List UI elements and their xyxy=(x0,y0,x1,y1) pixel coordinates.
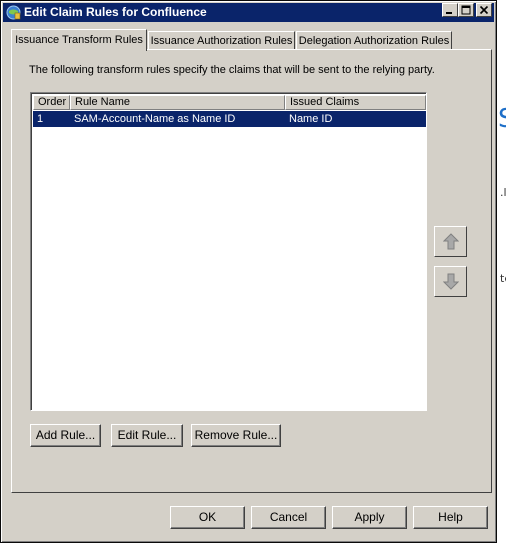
maximize-button[interactable] xyxy=(458,3,474,17)
title-bar[interactable]: Edit Claim Rules for Confluence xyxy=(3,3,494,22)
cell-issued-claims: Name ID xyxy=(289,113,333,125)
ok-button[interactable]: OK xyxy=(170,506,245,529)
move-down-button[interactable] xyxy=(434,266,467,297)
remove-rule-button[interactable]: Remove Rule... xyxy=(191,424,281,447)
rules-list[interactable]: Order Rule Name Issued Claims 1 SAM-Acco… xyxy=(30,92,427,411)
tab-delegation-authorization-rules[interactable]: Delegation Authorization Rules xyxy=(296,31,452,51)
list-header: Order Rule Name Issued Claims xyxy=(33,95,426,110)
column-header-order[interactable]: Order xyxy=(33,95,70,110)
adfs-app-icon xyxy=(6,5,21,20)
edit-claim-rules-dialog: Edit Claim Rules for Confluence Issuance… xyxy=(0,0,497,543)
tab-issuance-authorization-rules[interactable]: Issuance Authorization Rules xyxy=(148,31,295,51)
tab-issuance-transform-rules[interactable]: Issuance Transform Rules xyxy=(11,29,147,51)
background-window-text: .l xyxy=(500,186,506,199)
add-rule-button[interactable]: Add Rule... xyxy=(30,424,101,447)
close-button[interactable] xyxy=(476,3,492,17)
edit-rule-button[interactable]: Edit Rule... xyxy=(111,424,183,447)
window-title: Edit Claim Rules for Confluence xyxy=(24,5,207,19)
close-icon xyxy=(479,5,489,15)
cell-order: 1 xyxy=(37,113,44,125)
panel-description: The following transform rules specify th… xyxy=(29,64,435,76)
screen: S .l te Edit Claim Rules for Confluence xyxy=(0,0,506,547)
apply-button[interactable]: Apply xyxy=(332,506,407,529)
arrow-up-icon xyxy=(443,233,459,250)
cancel-button[interactable]: Cancel xyxy=(251,506,326,529)
help-button[interactable]: Help xyxy=(413,506,488,529)
table-row[interactable]: 1 SAM-Account-Name as Name ID Name ID xyxy=(33,111,426,127)
cell-rule-name: SAM-Account-Name as Name ID xyxy=(74,113,236,125)
arrow-down-icon xyxy=(443,273,459,290)
move-up-button[interactable] xyxy=(434,226,467,257)
maximize-icon xyxy=(461,5,471,15)
minimize-icon xyxy=(446,12,452,14)
background-window-text: te xyxy=(500,272,506,285)
background-window-text: S xyxy=(498,104,506,134)
column-header-issued-claims[interactable]: Issued Claims xyxy=(285,95,426,110)
column-header-rule-name[interactable]: Rule Name xyxy=(70,95,285,110)
minimize-button[interactable] xyxy=(442,3,458,17)
